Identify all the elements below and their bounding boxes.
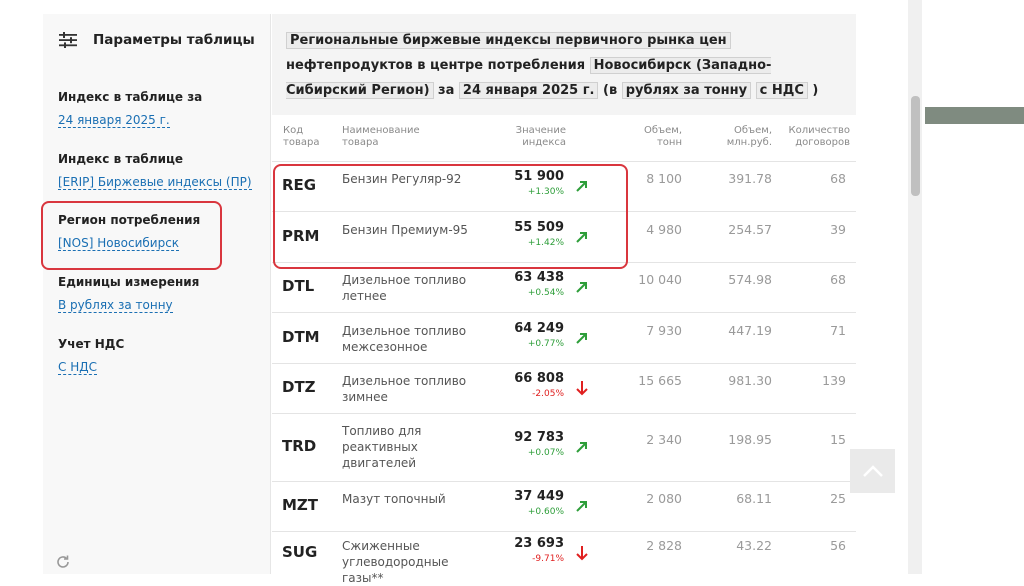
volume-mln-rub: 68.11 [736, 491, 772, 506]
col-code-header: Код товара [283, 125, 320, 148]
col-count-header: Количество договоров [788, 125, 850, 148]
trend-down-icon [575, 380, 589, 400]
volume-mln-rub: 43.22 [736, 538, 772, 553]
table-row-mzt[interactable]: MZT Мазут топочный 37 449 +0.60% 2 080 68.11 2… [272, 481, 856, 532]
caption-text-3: (в [603, 83, 618, 98]
date-chip[interactable]: 24 января 2025 г. [458, 82, 599, 99]
param-units-link[interactable]: В рублях за тонну [58, 298, 173, 313]
index-value: 37 449 [514, 489, 564, 504]
col-value-header: Значение индекса [515, 125, 566, 148]
param-date-label: Индекс в таблице за [58, 90, 203, 104]
contracts-count: 15 [830, 432, 846, 447]
refresh-icon[interactable] [55, 554, 71, 570]
vat-chip[interactable]: с НДС [755, 82, 808, 99]
contracts-count: 68 [830, 272, 846, 287]
contracts-count: 139 [822, 373, 846, 388]
volume-tons: 15 665 [638, 373, 682, 388]
table-row-dtl[interactable]: DTL Дизельное топливо летнее 63 438 +0.54% 1… [272, 262, 856, 313]
index-change: +0.77% [527, 339, 564, 349]
trend-up-icon [575, 279, 589, 298]
index-change: -2.05% [532, 389, 564, 399]
caption-text-1: нефтепродуктов в центре потребления [286, 58, 586, 73]
product-name: Дизельное топливо зимнее [342, 374, 467, 404]
units-chip[interactable]: рублях за тонну [621, 82, 752, 99]
product-name: Топливо для реактивных двигателей [342, 424, 422, 470]
index-value: 66 808 [514, 371, 564, 386]
caption-text-4: ) [812, 83, 819, 98]
volume-tons: 7 930 [646, 323, 682, 338]
sidebar-header: Параметры таблицы [59, 32, 255, 48]
param-index-label: Индекс в таблице [58, 152, 184, 166]
volume-mln-rub: 198.95 [728, 432, 772, 447]
table-row-trd[interactable]: TRD Топливо для реактивных двигателей 92 7… [272, 413, 856, 482]
trend-up-icon [575, 498, 589, 517]
product-code: TRD [282, 437, 317, 455]
volume-mln-rub: 574.98 [728, 272, 772, 287]
product-code: MZT [282, 496, 319, 514]
volume-tons: 2 080 [646, 491, 682, 506]
scrollbar-track[interactable] [908, 0, 922, 574]
col-name-header: Наименование товара [342, 125, 420, 148]
index-change: -9.71% [532, 554, 564, 564]
table-row-dtz[interactable]: DTZ Дизельное топливо зимнее 66 808 -2.05% 1… [272, 363, 856, 414]
product-code: SUG [282, 543, 318, 561]
index-change: +0.54% [527, 288, 564, 298]
sidebar-title: Параметры таблицы [93, 32, 255, 48]
col-volume-rub-header: Объем, млн.руб. [726, 125, 772, 148]
scroll-top-button[interactable] [850, 449, 895, 493]
contracts-count: 56 [830, 538, 846, 553]
contracts-count: 39 [830, 222, 846, 237]
param-units-label: Единицы измерения [58, 275, 200, 289]
index-value: 63 438 [514, 270, 564, 285]
volume-mln-rub: 391.78 [728, 171, 772, 186]
table-caption: Региональные биржевые индексы первичного… [286, 28, 846, 103]
product-code: DTL [282, 277, 315, 295]
param-date-link[interactable]: 24 января 2025 г. [58, 113, 170, 128]
param-date: Индекс в таблице за 24 января 2025 г. [58, 90, 202, 128]
volume-mln-rub: 254.57 [728, 222, 772, 237]
index-change: +0.60% [527, 507, 564, 517]
param-vat: Учет НДС С НДС [58, 337, 124, 375]
sliders-icon [59, 32, 77, 48]
param-index-link[interactable]: [ERIP] Биржевые индексы (ПР) [58, 175, 252, 190]
product-name: Дизельное топливо межсезонное [342, 324, 467, 354]
table-header: Региональные биржевые индексы первичного… [272, 14, 856, 115]
volume-tons: 2 828 [646, 538, 682, 553]
table-row-dtm[interactable]: DTM Дизельное топливо межсезонное 64 249 +0… [272, 312, 856, 364]
volume-tons: 10 040 [638, 272, 682, 287]
caption-text-2: за [438, 83, 455, 98]
index-type-chip[interactable]: Региональные биржевые индексы первичного… [286, 32, 731, 49]
product-name: Дизельное топливо летнее [342, 273, 467, 303]
trend-up-icon [575, 330, 589, 349]
trend-down-icon [575, 545, 589, 565]
contracts-count: 68 [830, 171, 846, 186]
product-name: Мазут топочный [342, 492, 446, 506]
index-value: 64 249 [514, 321, 564, 336]
product-code: DTZ [282, 378, 316, 396]
table-row-sug[interactable]: SUG Сжиженные углеводородные газы** 23 693… [272, 531, 856, 585]
volume-mln-rub: 981.30 [728, 373, 772, 388]
trend-up-icon [575, 439, 589, 458]
param-vat-label: Учет НДС [58, 337, 125, 351]
product-name: Сжиженные углеводородные газы** [342, 539, 449, 585]
chevron-up-icon [862, 465, 883, 477]
param-vat-link[interactable]: С НДС [58, 360, 97, 375]
scrollbar-thumb[interactable] [911, 96, 920, 196]
index-value: 92 783 [514, 430, 564, 445]
param-units: Единицы измерения В рублях за тонну [58, 275, 199, 313]
table-params-sidebar: Параметры таблицы Индекс в таблице за 24… [43, 14, 271, 574]
region-highlight-box [41, 201, 222, 270]
index-change: +0.07% [527, 448, 564, 458]
contracts-count: 71 [830, 323, 846, 338]
volume-mln-rub: 447.19 [728, 323, 772, 338]
param-index: Индекс в таблице [ERIP] Биржевые индексы… [58, 152, 252, 190]
gasoline-rows-highlight-box [273, 164, 628, 269]
index-value: 23 693 [514, 536, 564, 551]
volume-tons: 2 340 [646, 432, 682, 447]
contracts-count: 25 [830, 491, 846, 506]
col-volume-header: Объем, тонн [644, 125, 682, 148]
slide-accent-bar [925, 107, 1024, 124]
product-code: DTM [282, 328, 320, 346]
